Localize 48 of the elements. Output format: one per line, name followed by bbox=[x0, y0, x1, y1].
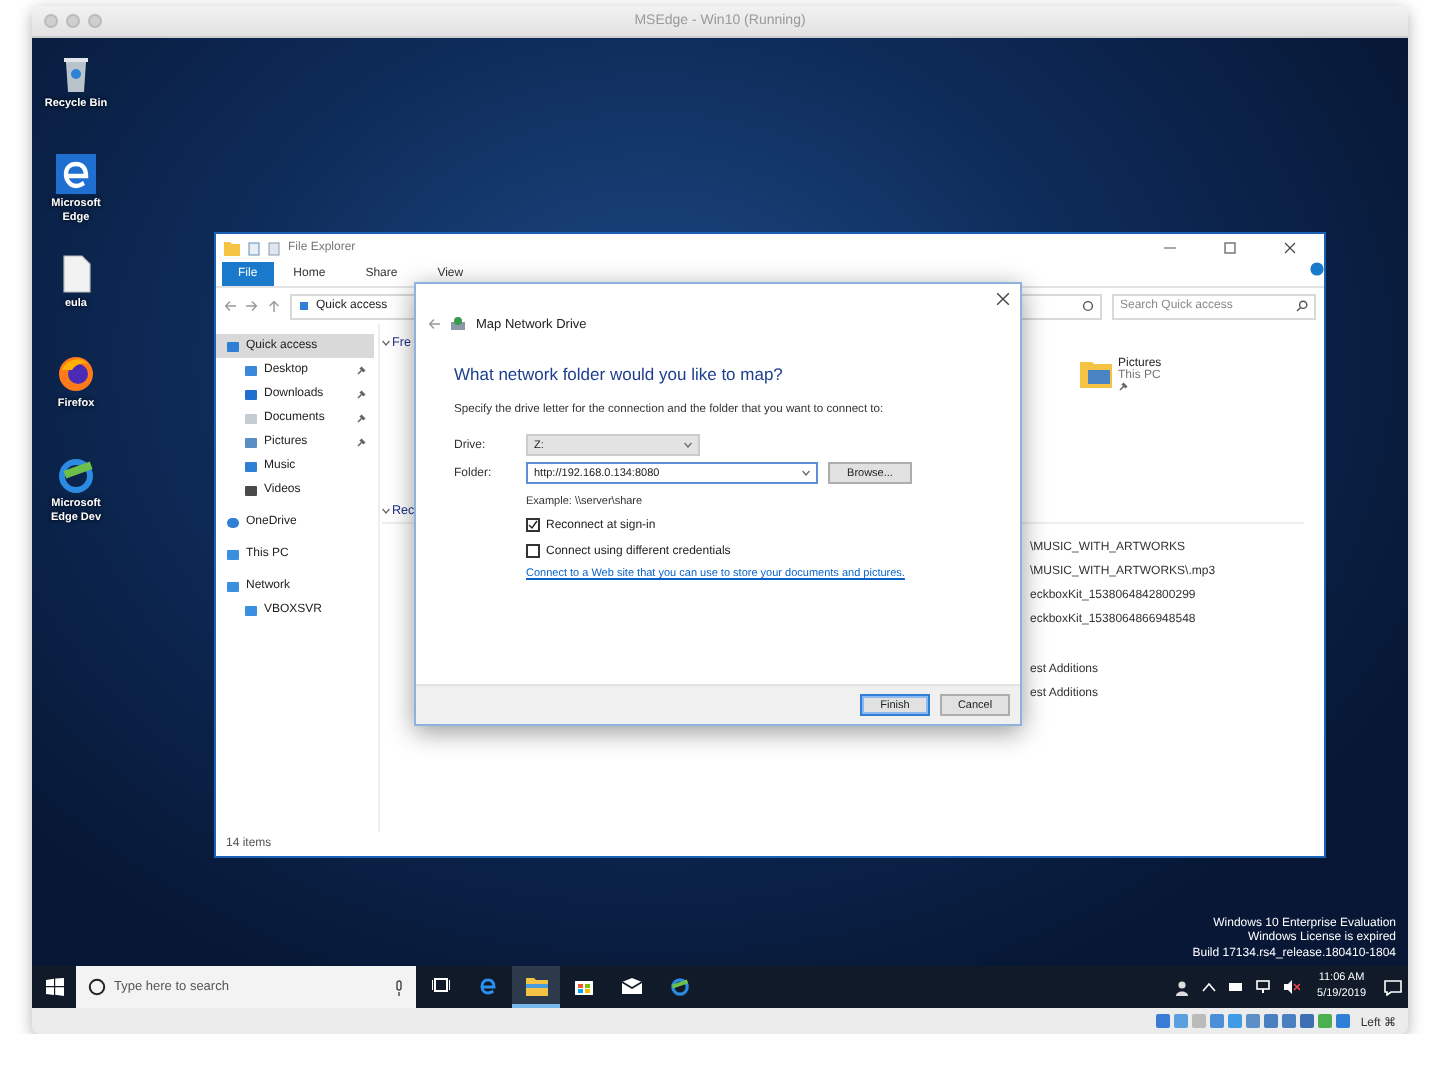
folder-icon bbox=[525, 975, 547, 995]
up-arrow-icon bbox=[268, 300, 280, 312]
fox-globe-icon bbox=[56, 354, 96, 394]
maximize-icon bbox=[1224, 242, 1236, 254]
back-arrow-icon bbox=[428, 318, 440, 330]
chevron-up-icon bbox=[1201, 982, 1216, 992]
help-icon bbox=[1310, 262, 1324, 276]
notification-icon bbox=[1384, 979, 1402, 995]
windows-logo-icon bbox=[45, 978, 63, 996]
search-icon bbox=[1296, 300, 1308, 312]
browser-dev-icon bbox=[56, 454, 96, 494]
person-icon bbox=[1173, 979, 1190, 995]
network-drive-icon bbox=[450, 316, 466, 332]
chevron-down-icon bbox=[382, 507, 390, 513]
checkbox[interactable] bbox=[526, 518, 540, 532]
properties-icon bbox=[248, 241, 260, 255]
browser-icon bbox=[56, 154, 96, 194]
pin-icon bbox=[356, 389, 366, 399]
shopping-bag-icon bbox=[574, 975, 594, 995]
chevron-down-icon bbox=[382, 339, 390, 345]
folder-icon bbox=[224, 241, 240, 255]
new-folder-icon bbox=[268, 241, 280, 255]
minimize-icon bbox=[1164, 242, 1176, 254]
forward-arrow-icon bbox=[246, 300, 258, 312]
checkbox[interactable] bbox=[526, 544, 540, 558]
pin-icon bbox=[356, 413, 366, 423]
picture-folder-icon bbox=[1080, 358, 1112, 390]
browser-dev-icon bbox=[670, 975, 690, 995]
refresh-icon bbox=[1082, 300, 1094, 312]
speaker-muted-icon bbox=[1283, 980, 1300, 994]
dropdown-caret-icon bbox=[802, 470, 810, 476]
envelope-icon bbox=[622, 977, 642, 993]
back-arrow-icon bbox=[224, 300, 236, 312]
close-icon bbox=[996, 291, 1010, 305]
browser-icon bbox=[478, 975, 498, 995]
microphone-icon bbox=[394, 979, 404, 995]
close-button[interactable] bbox=[996, 291, 1010, 305]
dialog-heading: What network folder would you like to map? bbox=[454, 364, 785, 384]
dropdown-caret-icon bbox=[684, 442, 692, 448]
circle-icon bbox=[88, 978, 106, 996]
pin-icon bbox=[356, 365, 366, 375]
task-view-icon bbox=[431, 976, 449, 994]
taskbar-app-button[interactable] bbox=[512, 966, 560, 1008]
battery-icon bbox=[1227, 982, 1244, 992]
pin-icon bbox=[356, 437, 366, 447]
close-icon bbox=[1284, 242, 1296, 254]
pin-icon bbox=[1118, 382, 1128, 392]
checkmark-icon bbox=[528, 520, 538, 530]
